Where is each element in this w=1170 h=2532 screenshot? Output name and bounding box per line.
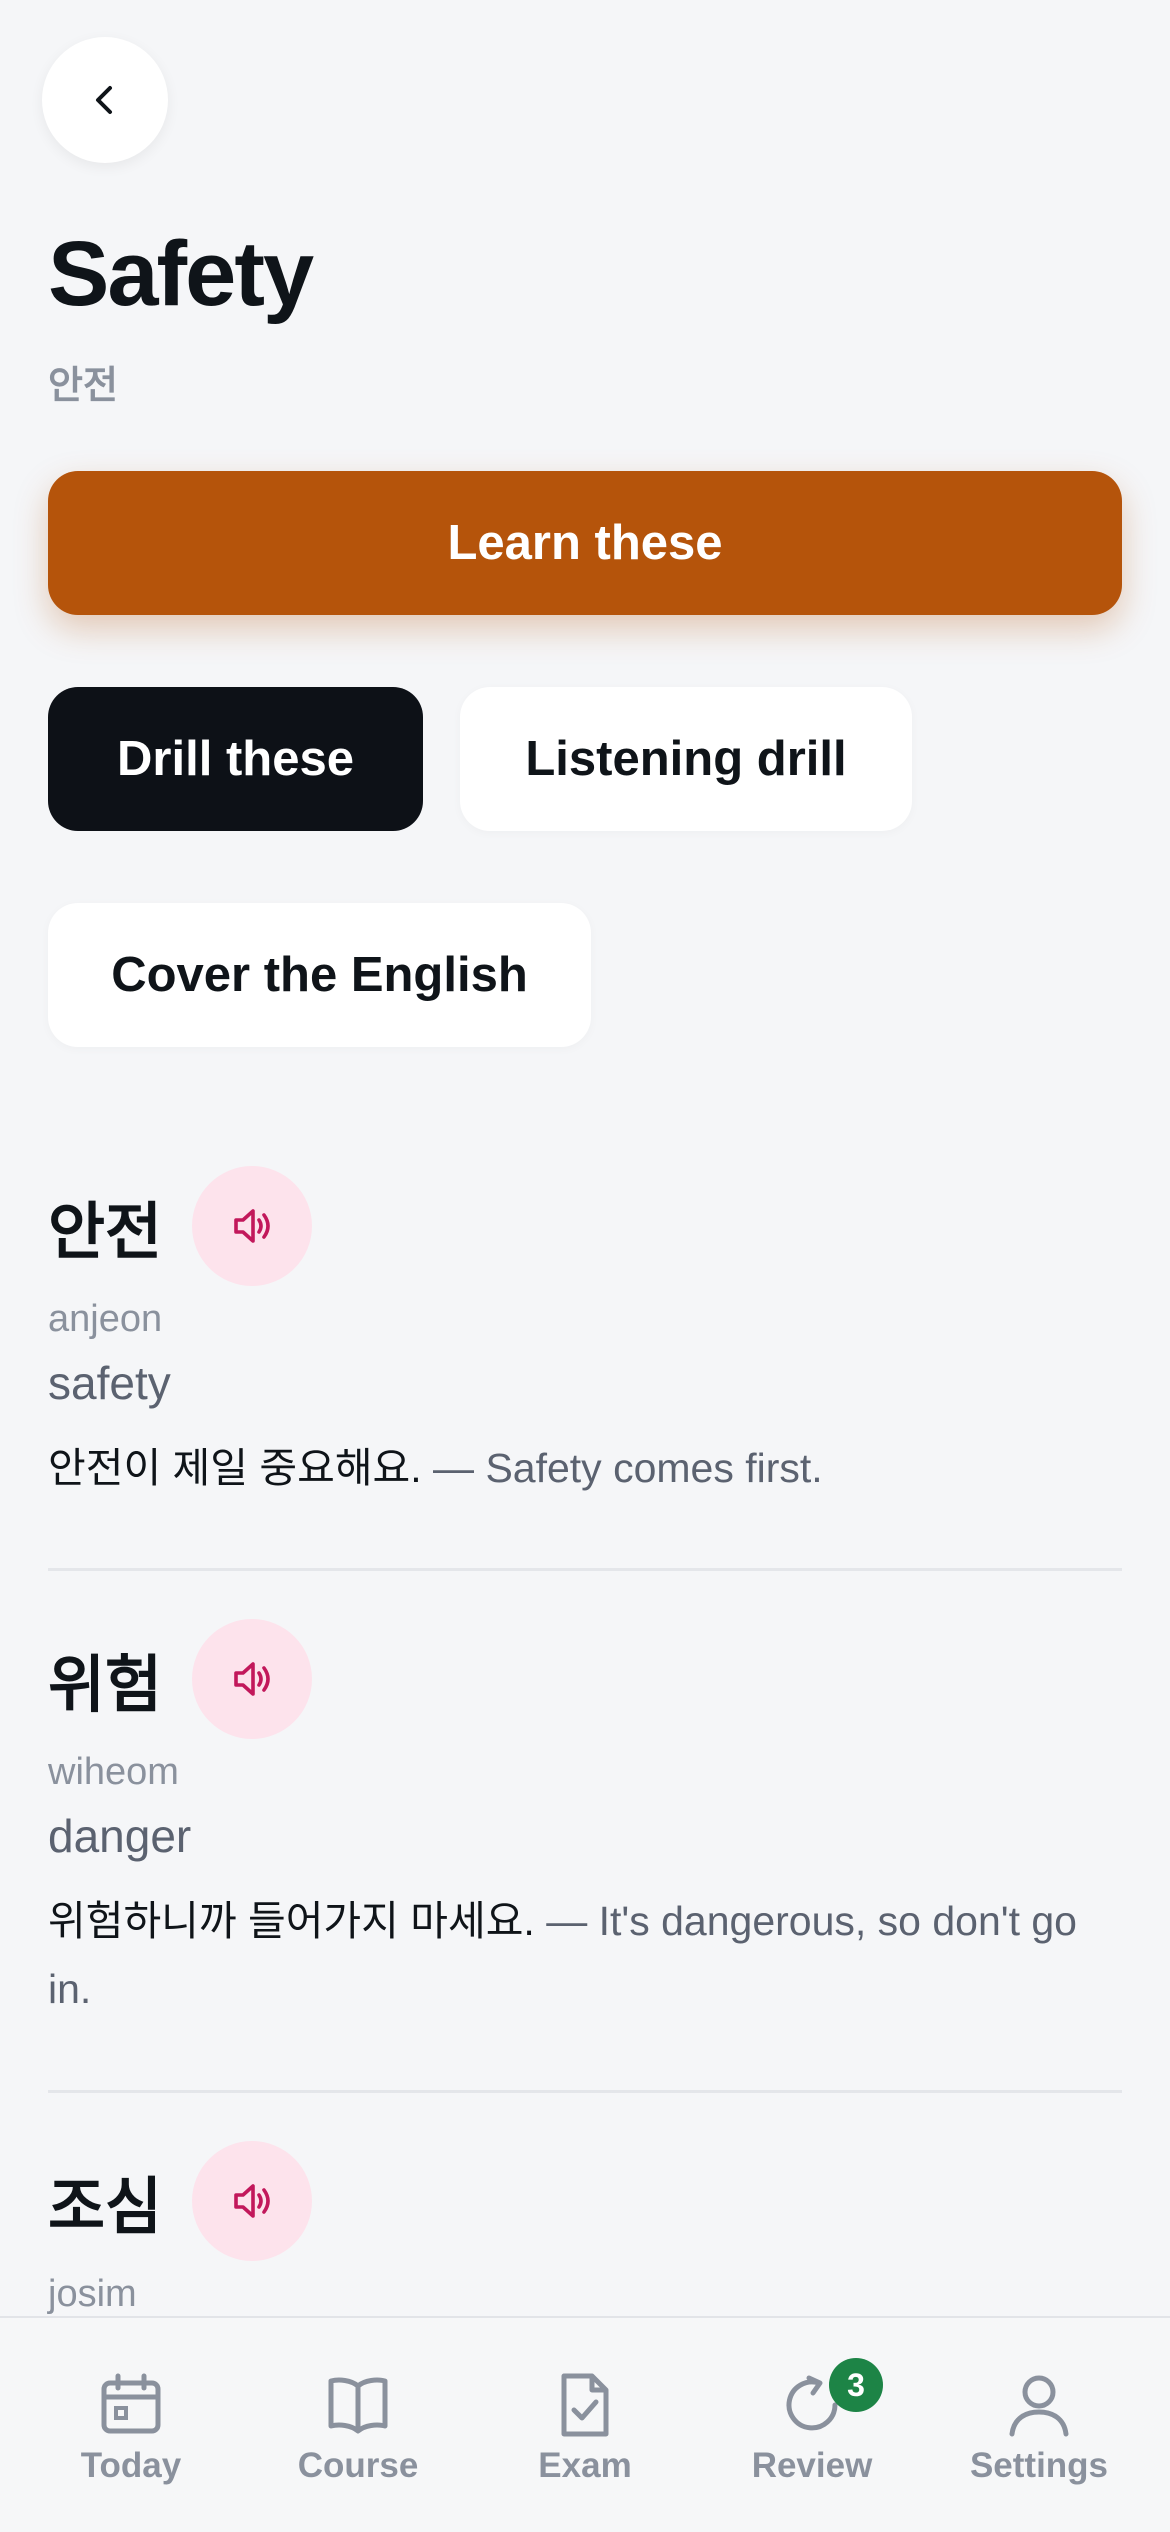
- drill-these-button[interactable]: Drill these: [48, 687, 423, 831]
- speaker-icon: [234, 1209, 270, 1243]
- divider: [48, 2090, 1122, 2093]
- example-korean: 위험하니까 들어가지 마세요.: [48, 1898, 535, 1944]
- tab-course[interactable]: Course: [258, 2318, 458, 2532]
- person-icon: [1009, 2375, 1069, 2437]
- book-icon: [328, 2377, 388, 2434]
- example-korean: 안전이 제일 중요해요.: [48, 1445, 422, 1491]
- back-button[interactable]: [42, 37, 168, 163]
- example-separator: —: [534, 1898, 599, 1944]
- speaker-icon: [234, 1662, 270, 1696]
- learn-these-button[interactable]: Learn these: [48, 471, 1122, 615]
- divider: [48, 1568, 1122, 1571]
- word-romanization: wiheom: [48, 1751, 179, 1793]
- word-example: 안전이 제일 중요해요. — Safety comes first.: [48, 1434, 1122, 1502]
- calendar-icon: [101, 2373, 161, 2434]
- word-korean: 안전: [48, 1198, 163, 1267]
- word-card: 조심 josim: [48, 2141, 1122, 2325]
- word-example: 위험하니까 들어가지 마세요. — It's dangerous, so don…: [48, 1887, 1122, 2023]
- tab-today[interactable]: Today: [31, 2318, 231, 2532]
- tab-label: Settings: [969, 2446, 1109, 2485]
- word-english: safety: [48, 1357, 171, 1409]
- example-english: Safety comes first.: [485, 1445, 823, 1491]
- tab-bar: Today Course Exam 3 Review Settings: [0, 2316, 1170, 2532]
- chevron-left-icon: [96, 86, 112, 114]
- word-card: 안전 anjeon safety 안전이 제일 중요해요. — Safety c…: [48, 1166, 1122, 1502]
- word-korean: 조심: [48, 2173, 163, 2242]
- play-audio-button[interactable]: [192, 1619, 312, 1739]
- tab-label: Course: [297, 2446, 419, 2485]
- speaker-icon: [234, 2184, 270, 2218]
- play-audio-button[interactable]: [192, 1166, 312, 1286]
- tab-settings[interactable]: Settings: [939, 2318, 1139, 2532]
- play-audio-button[interactable]: [192, 2141, 312, 2261]
- tab-label: Exam: [538, 2446, 632, 2485]
- word-english: danger: [48, 1810, 192, 1862]
- cover-english-button[interactable]: Cover the English: [48, 903, 591, 1047]
- page-title: Safety: [48, 223, 314, 325]
- review-count-badge: 3: [829, 2358, 883, 2412]
- page-subtitle: 안전: [48, 365, 118, 407]
- word-korean: 위험: [48, 1651, 163, 1720]
- tab-exam[interactable]: Exam: [485, 2318, 685, 2532]
- exam-check-icon: [561, 2373, 609, 2437]
- tab-label: Today: [80, 2446, 182, 2485]
- listening-drill-button[interactable]: Listening drill: [460, 687, 912, 831]
- tab-review[interactable]: 3 Review: [712, 2318, 912, 2532]
- tab-label: Review: [751, 2446, 873, 2485]
- word-card: 위험 wiheom danger 위험하니까 들어가지 마세요. — It's …: [48, 1619, 1122, 2023]
- word-romanization: anjeon: [48, 1298, 163, 1340]
- example-separator: —: [421, 1445, 486, 1491]
